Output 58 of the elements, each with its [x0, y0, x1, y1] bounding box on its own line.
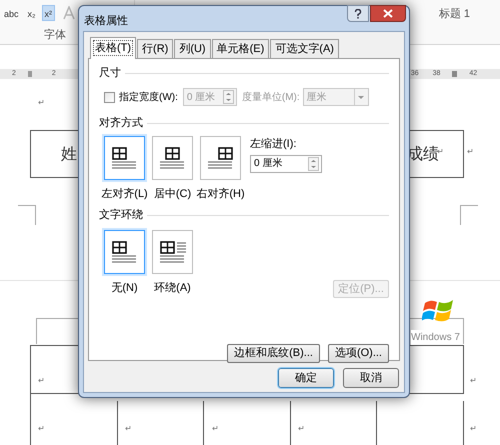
field-label: 度量单位(M): [242, 90, 300, 104]
align-option[interactable] [200, 136, 241, 180]
indent-marker[interactable] [452, 71, 458, 77]
paragraph-mark: ↵ [38, 375, 45, 387]
paragraph-mark: ↵ [125, 423, 132, 435]
dialog-button[interactable]: 选项(O)... [328, 344, 389, 362]
format-button[interactable]: x₂ [24, 5, 39, 21]
section-heading: 文字环绕 [99, 208, 143, 224]
paragraph-mark: ↵ [212, 423, 219, 435]
checkbox[interactable] [104, 92, 115, 102]
paragraph-mark: ↵ [437, 147, 444, 156]
style-item[interactable]: 标题 1 [438, 6, 470, 44]
close-icon [383, 9, 393, 18]
option-label: 环绕(A) [154, 280, 191, 296]
paragraph-mark: ↵ [298, 423, 305, 435]
around-layout-icon [160, 240, 186, 262]
checkbox-label: 指定宽度(W): [119, 90, 178, 104]
spinner-icon [222, 90, 234, 104]
text-effect-icon [62, 6, 76, 20]
section-heading: 对齐方式 [99, 116, 143, 131]
option-label: 右对齐(H) [196, 186, 245, 202]
window-title: 表格属性 [84, 14, 128, 29]
close-button[interactable] [370, 5, 406, 22]
help-icon [354, 8, 362, 18]
help-button[interactable] [347, 5, 369, 22]
tab[interactable]: 单元格(E) [212, 39, 270, 58]
none-layout-icon [112, 240, 138, 262]
cell-text: 姓 [61, 145, 77, 165]
align-option[interactable] [152, 230, 193, 274]
tab[interactable]: 列(U) [174, 39, 211, 58]
align-option[interactable] [104, 136, 145, 180]
indent-marker[interactable] [28, 71, 32, 77]
tab[interactable]: 行(R) [137, 39, 174, 58]
section-heading: 尺寸 [99, 66, 121, 81]
dialog-button[interactable]: 取消 [343, 368, 399, 388]
left-layout-icon [112, 147, 138, 169]
paragraph-mark: ↵ [470, 375, 477, 387]
spinner-icon [308, 156, 319, 170]
format-button[interactable]: x² [42, 5, 56, 21]
indent-field[interactable]: 0 厘米 [250, 154, 322, 172]
paragraph-mark: ↵ [38, 97, 45, 109]
dialog-button[interactable]: 确定 [278, 368, 334, 388]
dialog-button[interactable]: 边框和底纹(B)... [227, 344, 320, 362]
align-option[interactable] [152, 136, 193, 180]
paragraph-mark: ↵ [470, 423, 477, 435]
align-option[interactable] [104, 230, 145, 274]
right-layout-icon [208, 147, 234, 169]
option-label: 无(N) [111, 280, 138, 296]
option-label: 左对齐(L) [101, 186, 148, 202]
tab[interactable]: 表格(T) [90, 37, 136, 59]
group-label: 字体 [44, 28, 67, 43]
center-layout-icon [160, 147, 186, 169]
paragraph-mark: ↵ [38, 423, 45, 435]
option-label: 居中(C) [154, 187, 192, 202]
paragraph-mark: ↵ [467, 146, 474, 158]
field-label: 左缩进(I): [250, 136, 298, 152]
tab[interactable]: 可选文字(A) [270, 39, 339, 58]
format-button[interactable]: abc [1, 5, 22, 21]
